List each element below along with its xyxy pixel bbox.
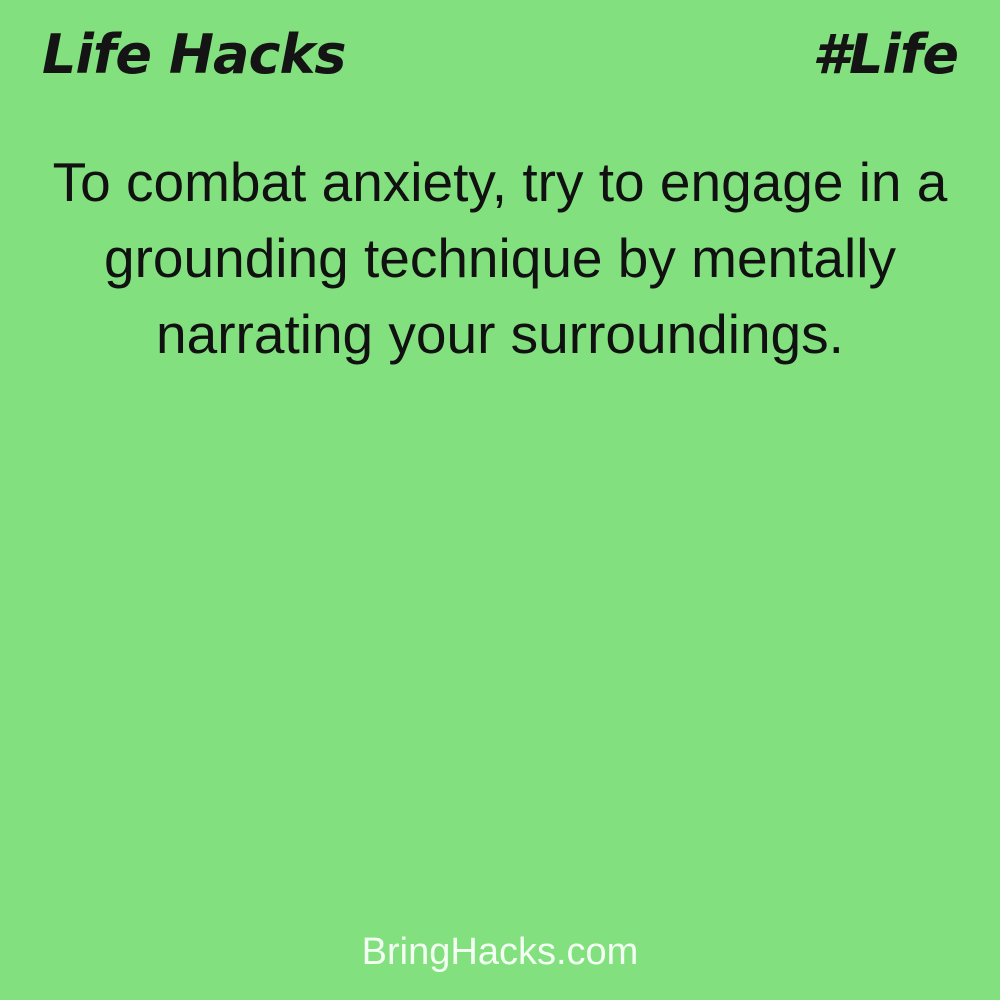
- life-hack-card: Life Hacks #Life To combat anxiety, try …: [0, 0, 1000, 1000]
- site-footer-text: BringHacks.com: [361, 931, 639, 973]
- hashtag-label: #Life: [812, 23, 959, 86]
- hack-quote-text: To combat anxiety, try to engage in a gr…: [52, 151, 948, 365]
- page-title: Life Hacks: [42, 23, 347, 86]
